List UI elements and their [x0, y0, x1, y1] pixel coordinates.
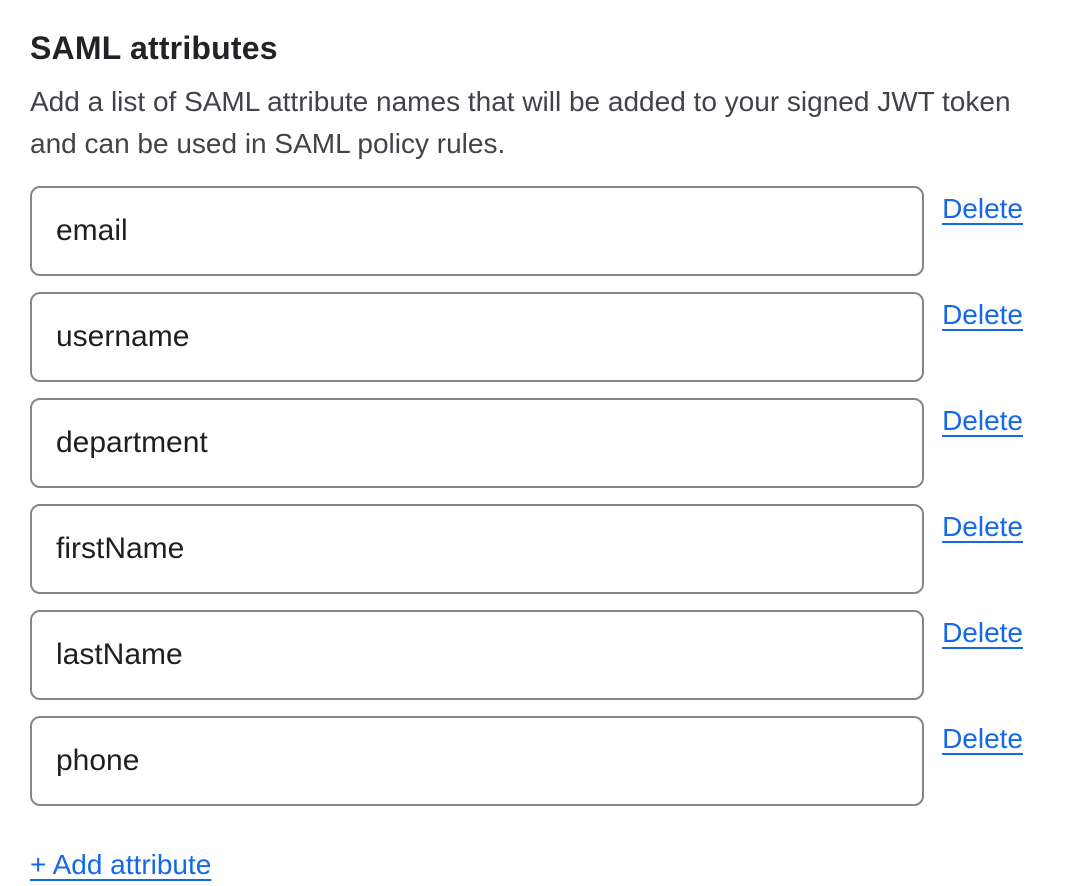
attribute-input-phone[interactable]: [30, 716, 924, 806]
add-attribute-link[interactable]: + Add attribute: [30, 848, 211, 882]
delete-attribute-link[interactable]: Delete: [942, 722, 1023, 756]
delete-attribute-link[interactable]: Delete: [942, 616, 1023, 650]
section-description: Add a list of SAML attribute names that …: [30, 81, 1023, 165]
delete-attribute-link[interactable]: Delete: [942, 510, 1023, 544]
attribute-input-email[interactable]: [30, 186, 924, 276]
attribute-row: Delete: [30, 504, 1023, 594]
section-title: SAML attributes: [30, 28, 1023, 68]
attribute-row: Delete: [30, 610, 1023, 700]
saml-attributes-section: SAML attributes Add a list of SAML attri…: [0, 0, 1066, 882]
delete-attribute-link[interactable]: Delete: [942, 298, 1023, 332]
section-description-line-2: and can be used in SAML policy rules.: [30, 123, 1023, 165]
delete-attribute-link[interactable]: Delete: [942, 192, 1023, 226]
section-description-line-1: Add a list of SAML attribute names that …: [30, 81, 1023, 123]
attribute-list: Delete Delete Delete Delete Delete Delet…: [30, 186, 1023, 806]
delete-attribute-link[interactable]: Delete: [942, 404, 1023, 438]
attribute-row: Delete: [30, 292, 1023, 382]
attribute-input-department[interactable]: [30, 398, 924, 488]
attribute-input-lastname[interactable]: [30, 610, 924, 700]
attribute-row: Delete: [30, 716, 1023, 806]
attribute-row: Delete: [30, 398, 1023, 488]
attribute-row: Delete: [30, 186, 1023, 276]
attribute-input-username[interactable]: [30, 292, 924, 382]
attribute-input-firstname[interactable]: [30, 504, 924, 594]
